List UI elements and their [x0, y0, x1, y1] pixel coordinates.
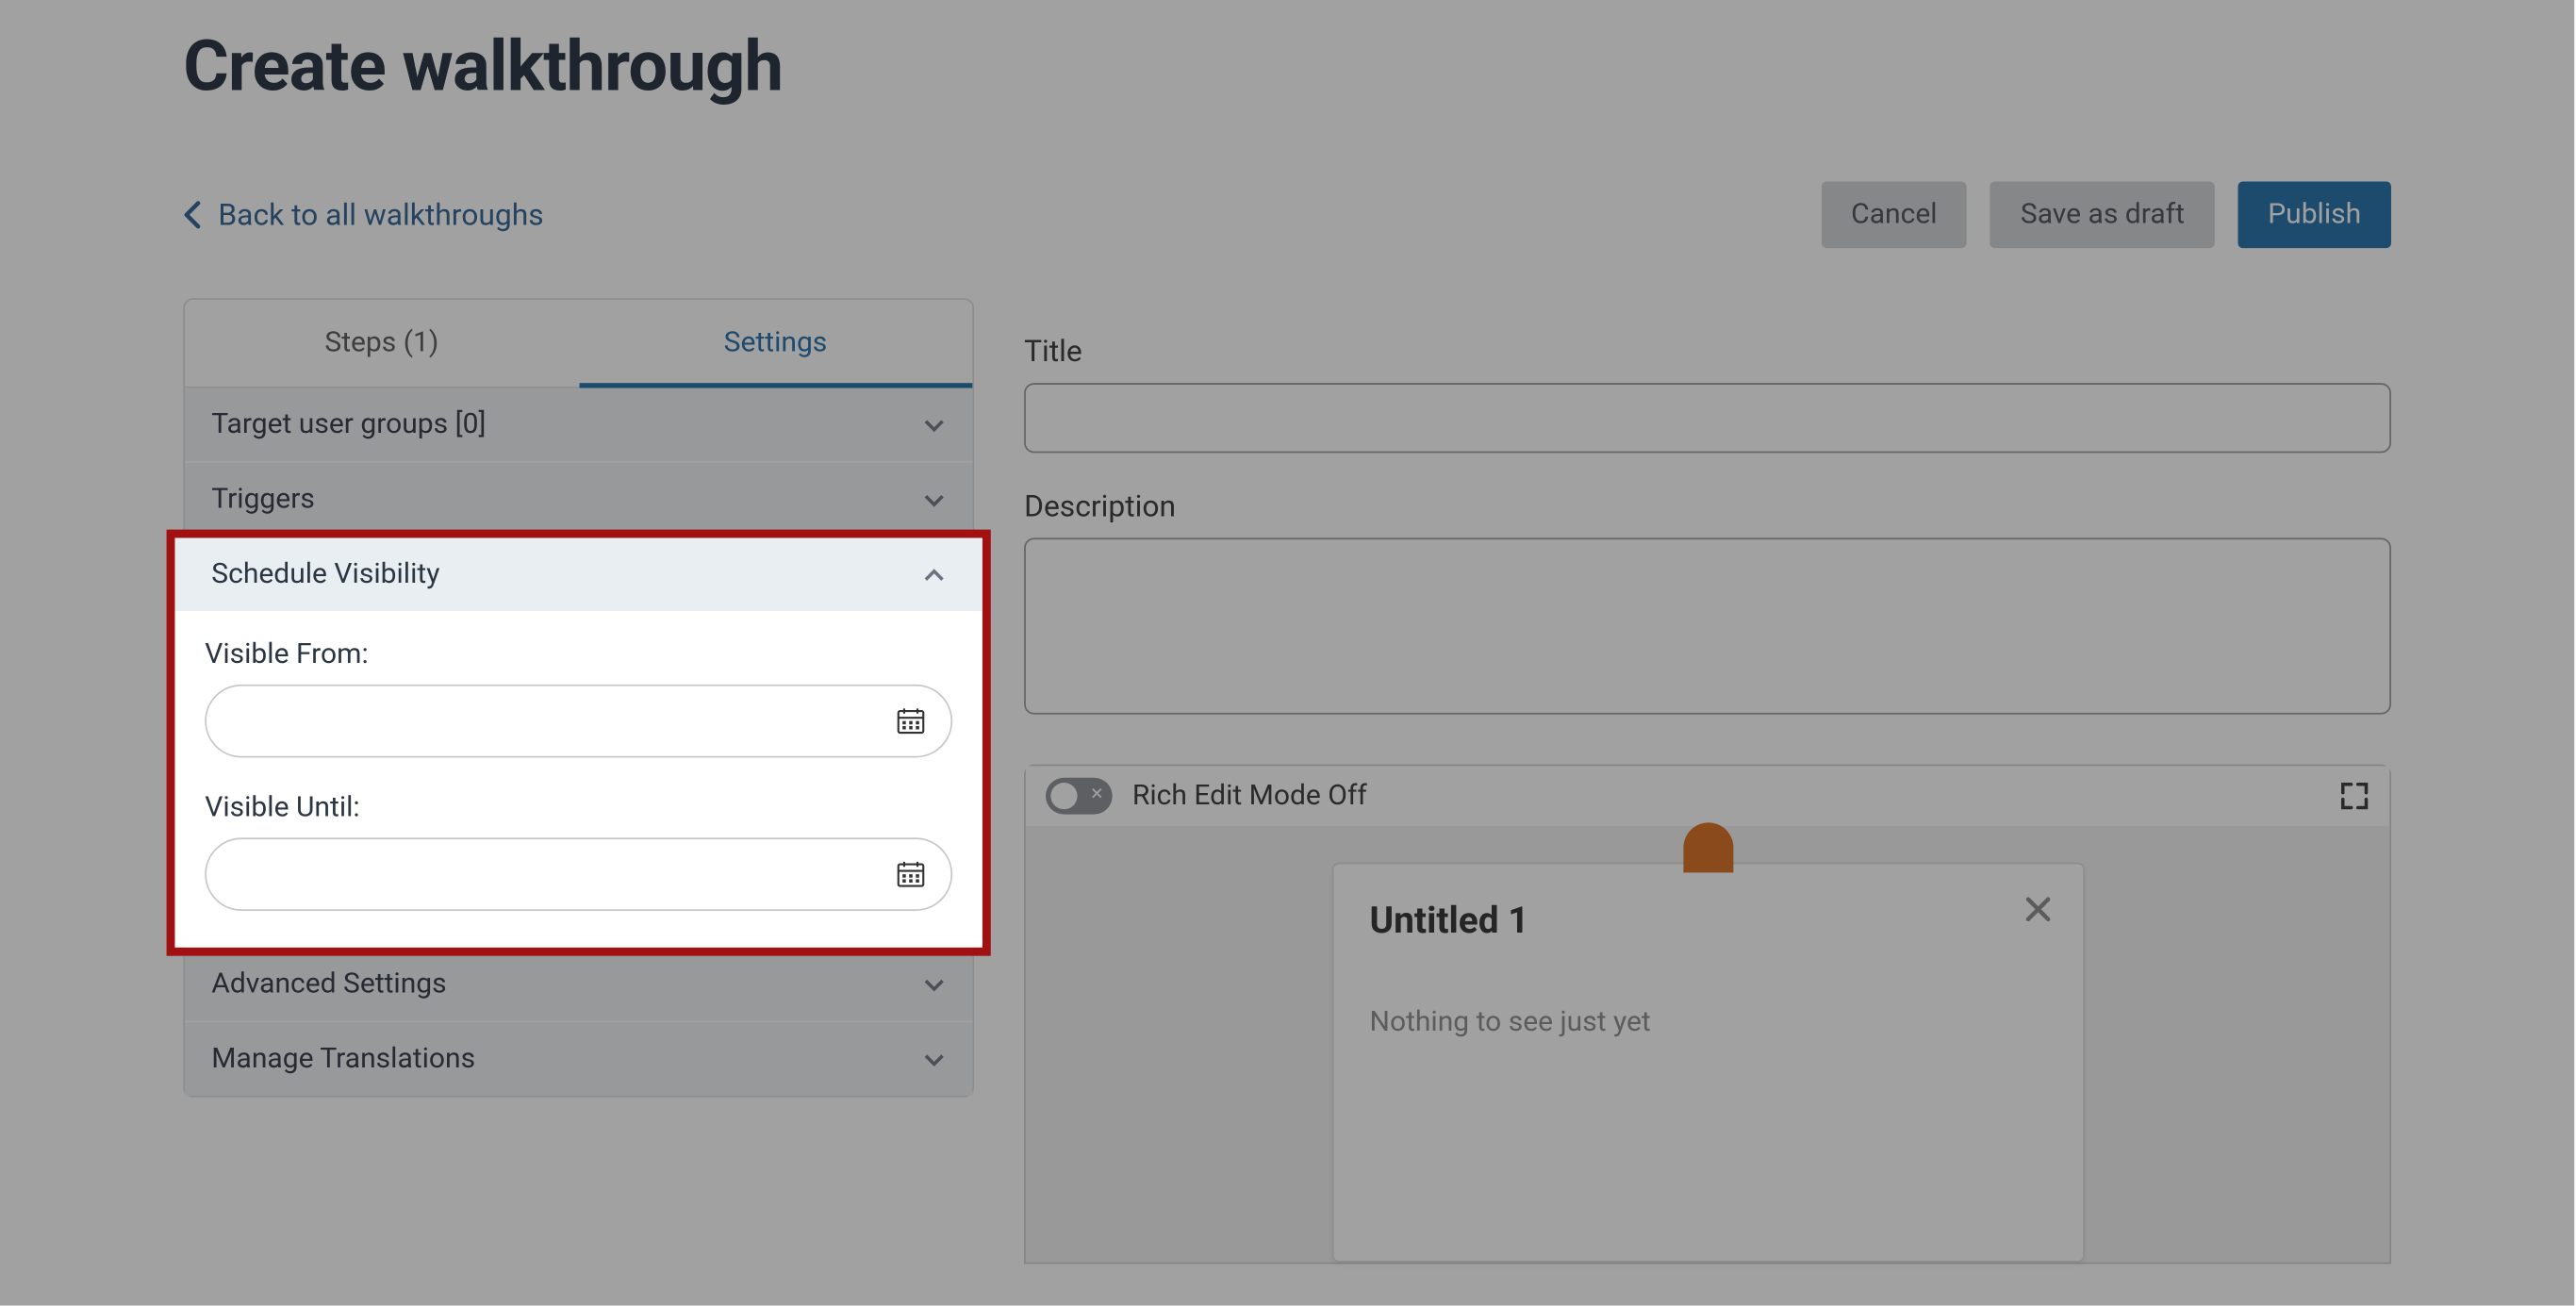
accordion-label: Schedule Visibility [211, 558, 439, 591]
schedule-body: Visible From: V [185, 611, 972, 948]
chevron-down-icon [922, 488, 946, 511]
tab-settings[interactable]: Settings [579, 300, 973, 388]
chevron-down-icon [922, 413, 946, 437]
sidebar: Steps (1) Settings Target user groups [0… [183, 298, 974, 1098]
accordion-manage-translations[interactable]: Manage Translations [185, 1022, 972, 1096]
description-input[interactable] [1024, 537, 2391, 714]
accordion-label: Manage Translations [211, 1043, 475, 1076]
card-body: Nothing to see just yet [1370, 1006, 2046, 1039]
highlighted-schedule-visibility: Schedule Visibility Visible From: [174, 537, 983, 947]
visible-from-input[interactable] [205, 685, 952, 758]
title-input[interactable] [1024, 383, 2391, 453]
description-label: Description [1024, 489, 2391, 524]
preview-area: ✕ Rich Edit Mode Off Untitled 1 [1024, 765, 2391, 1265]
back-link-label: Back to all walkthroughs [218, 197, 543, 232]
main-form: Title Description ✕ Rich Edit Mode Off [1024, 298, 2391, 1264]
save-draft-button[interactable]: Save as draft [1990, 181, 2215, 248]
accordion-label: Target user groups [0] [211, 408, 486, 441]
tab-steps[interactable]: Steps (1) [185, 300, 579, 387]
close-icon[interactable] [2023, 894, 2053, 924]
accordion-target-user-groups[interactable]: Target user groups [0] [185, 388, 972, 461]
accordion-label: Triggers [211, 483, 315, 516]
expand-icon[interactable] [2339, 781, 2370, 811]
accordion-advanced-settings[interactable]: Advanced Settings [185, 948, 972, 1021]
preview-toolbar: ✕ Rich Edit Mode Off [1026, 766, 2389, 826]
chevron-down-icon [922, 972, 946, 996]
top-bar: Back to all walkthroughs Cancel Save as … [183, 181, 2391, 248]
chevron-left-icon [183, 200, 201, 230]
tabs: Steps (1) Settings [185, 300, 972, 388]
page-title: Create walkthrough [183, 0, 2391, 108]
rich-edit-toggle[interactable]: ✕ [1046, 778, 1113, 815]
back-link[interactable]: Back to all walkthroughs [183, 197, 543, 232]
visible-until-label: Visible Until: [205, 791, 952, 824]
button-group: Cancel Save as draft Publish [1821, 181, 2391, 248]
title-label: Title [1024, 335, 2391, 370]
accordion-schedule-visibility[interactable]: Schedule Visibility [174, 537, 983, 611]
toggle-off-icon: ✕ [1090, 787, 1104, 804]
card-title: Untitled 1 [1370, 901, 2046, 942]
cancel-button[interactable]: Cancel [1821, 181, 1967, 248]
connector-dot [1683, 822, 1733, 872]
walkthrough-step-card: Untitled 1 Nothing to see just yet [1331, 863, 2084, 1263]
publish-button[interactable]: Publish [2237, 181, 2391, 248]
preview-canvas: Untitled 1 Nothing to see just yet [1026, 826, 2389, 1263]
accordion-label: Advanced Settings [211, 967, 446, 1000]
visible-until-input[interactable] [205, 837, 952, 911]
chevron-down-icon [922, 1048, 946, 1071]
chevron-up-icon [922, 563, 946, 587]
visible-from-label: Visible From: [205, 637, 952, 670]
rich-edit-label: Rich Edit Mode Off [1132, 779, 1367, 812]
accordion-triggers[interactable]: Triggers [185, 463, 972, 537]
